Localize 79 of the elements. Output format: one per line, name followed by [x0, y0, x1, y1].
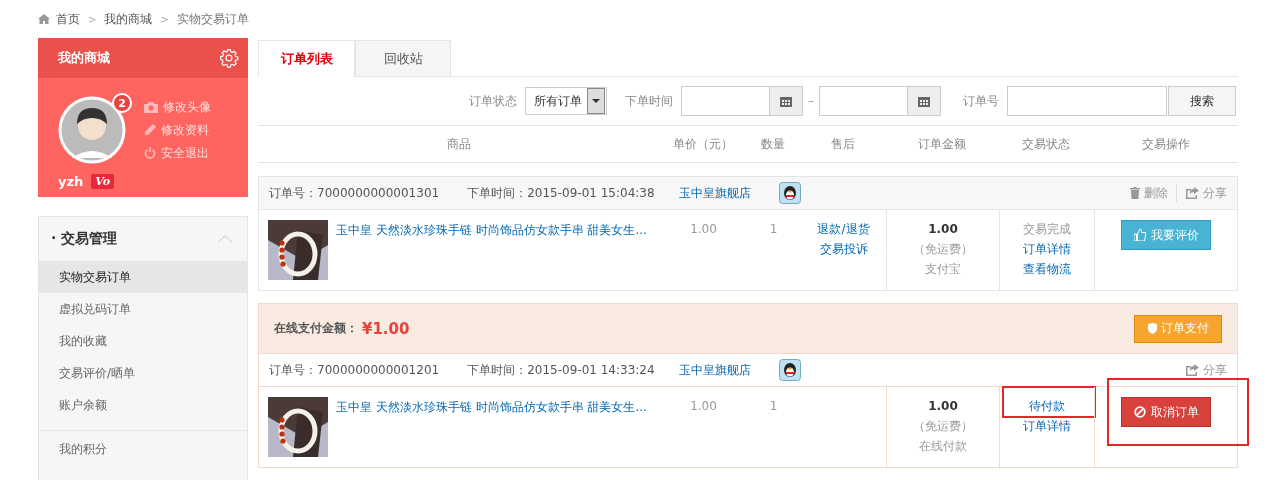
product-link[interactable]: 玉中皇 天然淡水珍珠手链 时尚饰品仿女款手串 甜美女生...: [336, 222, 647, 290]
order-amount: 1.00: [928, 398, 958, 415]
shipping-note: （免运费）: [913, 418, 973, 435]
filter-label: 下单时间: [625, 92, 673, 110]
quantity: 1: [768, 398, 779, 415]
power-icon: [144, 147, 156, 159]
order-number: 订单号：7000000000001201: [269, 361, 440, 379]
quantity: 1: [768, 221, 779, 238]
after-sale-link[interactable]: 退款/退货: [817, 220, 870, 238]
shipping-note: （免运费）: [913, 241, 973, 258]
breadcrumb-link[interactable]: 首页: [56, 10, 80, 28]
column-header: 售后: [829, 135, 856, 153]
share-icon: [1185, 364, 1199, 376]
column-header: 交易状态: [1020, 135, 1071, 153]
date-separator: –: [808, 94, 814, 108]
order-number-field[interactable]: [1007, 86, 1167, 116]
filter-label: 订单状态: [469, 92, 517, 110]
order-time: 下单时间：2015-09-01 15:04:38: [467, 184, 655, 202]
vip-badge: Vo: [91, 174, 115, 189]
column-header: 订单金额: [916, 135, 967, 153]
menu-section-header[interactable]: · 交易管理: [39, 217, 247, 261]
settings-icon[interactable]: [219, 48, 239, 68]
order-status[interactable]: 待付款: [1029, 397, 1065, 415]
column-header: 单价（元）: [671, 135, 734, 153]
menu-item[interactable]: 我的收藏: [39, 325, 247, 357]
status-link[interactable]: 订单详情: [1023, 240, 1071, 258]
search-button[interactable]: 搜索: [1168, 86, 1236, 116]
payment-amount: ¥1.00: [362, 319, 410, 338]
unit-price: 1.00: [689, 398, 718, 415]
pencil-icon: [144, 124, 156, 136]
shield-icon: [1147, 323, 1157, 334]
notification-badge: 2: [112, 93, 132, 113]
sidebar-title: 我的商城: [58, 49, 110, 67]
breadcrumb-link[interactable]: 我的商城: [104, 10, 153, 28]
payment-method: 支付宝: [925, 261, 961, 278]
date-field[interactable]: [681, 86, 803, 116]
share-icon: [1185, 187, 1199, 199]
menu-item[interactable]: 账户余额: [39, 389, 247, 421]
trash-icon: [1130, 187, 1140, 199]
status-link[interactable]: 订单详情: [1023, 417, 1071, 435]
penguin-icon[interactable]: [778, 359, 801, 381]
menu-item[interactable]: 实物交易订单: [39, 261, 247, 293]
breadcrumb-separator: >: [88, 13, 97, 25]
menu-item[interactable]: 虚拟兑码订单: [39, 293, 247, 325]
unit-price: 1.00: [689, 221, 718, 238]
column-header: 交易操作: [1140, 135, 1191, 153]
status-link[interactable]: 查看物流: [1023, 260, 1071, 278]
order-time: 下单时间：2015-09-01 14:33:24: [467, 361, 655, 379]
penguin-icon[interactable]: [778, 182, 801, 204]
payment-method: 在线付款: [919, 438, 967, 455]
column-header: 商品: [446, 135, 472, 153]
order-status: 交易完成: [1023, 221, 1071, 238]
section-title: · 交易管理: [51, 230, 118, 248]
home-icon: [38, 14, 50, 24]
payment-label: 在线支付金额：: [274, 320, 358, 337]
menu-item[interactable]: 我的积分: [39, 433, 247, 465]
camera-icon: [144, 101, 158, 113]
order-number: 订单号：7000000000001301: [269, 184, 440, 202]
after-sale-link[interactable]: 交易投诉: [819, 240, 868, 258]
status-dropdown[interactable]: 所有订单: [525, 87, 607, 115]
menu-item[interactable]: 交易评价/晒单: [39, 357, 247, 389]
cancel-order-button[interactable]: 取消订单: [1121, 397, 1211, 427]
product-link[interactable]: 玉中皇 天然淡水珍珠手链 时尚饰品仿女款手串 甜美女生...: [336, 399, 647, 467]
column-header: 数量: [759, 135, 786, 153]
avatar[interactable]: [58, 96, 126, 164]
calendar-icon: [780, 95, 792, 107]
order-amount: 1.00: [928, 221, 958, 238]
calendar-icon: [918, 95, 930, 107]
thumbs-up-icon: [1133, 229, 1146, 241]
breadcrumb-separator: >: [160, 13, 169, 25]
shop-link[interactable]: 玉中皇旗舰店: [678, 184, 751, 202]
tab[interactable]: 回收站: [355, 40, 451, 76]
shop-link[interactable]: 玉中皇旗舰店: [678, 361, 751, 379]
date-field[interactable]: [819, 86, 941, 116]
caret-icon: [592, 99, 600, 103]
username: yzh: [58, 174, 84, 189]
tab[interactable]: 订单列表: [258, 40, 355, 77]
prohibited-icon: [1133, 406, 1146, 418]
filter-label: 订单号: [963, 92, 999, 110]
